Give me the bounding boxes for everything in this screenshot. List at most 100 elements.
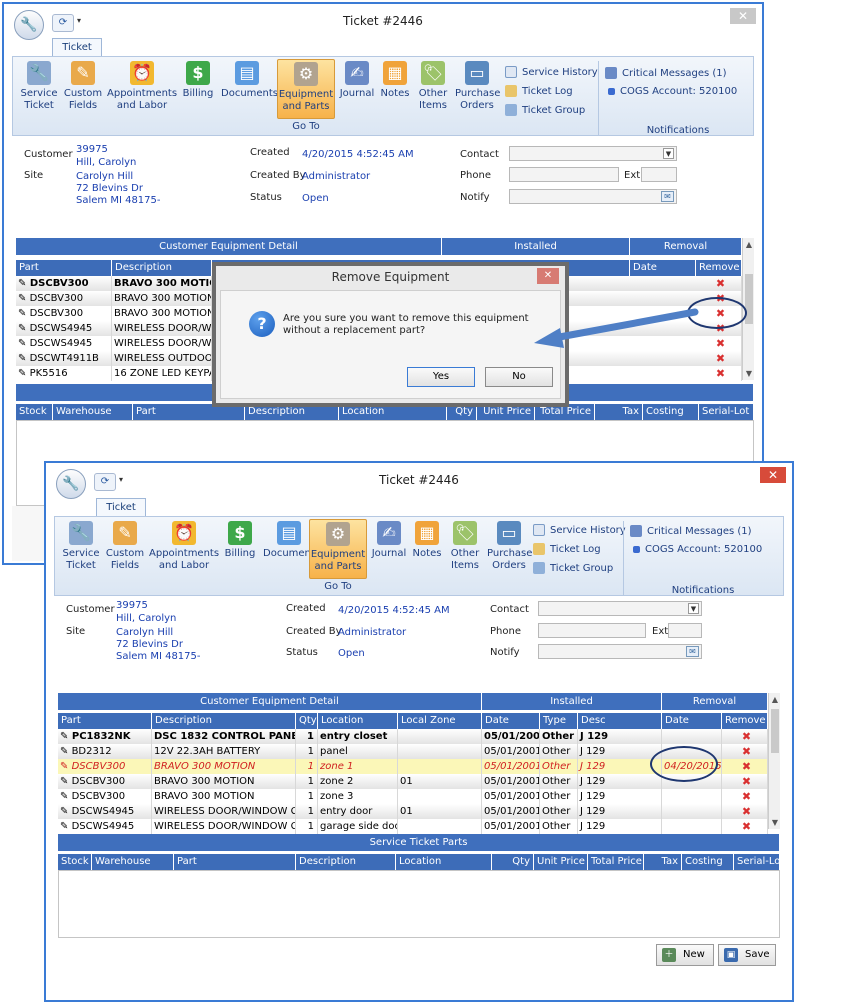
purchase-orders-button[interactable]: ▭ Purchase Orders	[487, 521, 532, 572]
ext-input[interactable]	[668, 623, 702, 638]
service-ticket-button[interactable]: 🔧 Service Ticket	[19, 61, 59, 112]
tab-ticket[interactable]: Ticket	[96, 498, 146, 516]
pencil-icon[interactable]: ✎	[60, 776, 72, 787]
remove-x-icon[interactable]: ✖	[698, 366, 741, 381]
notes-button[interactable]: ▦ Notes	[379, 61, 411, 100]
col-total-price[interactable]: Total Price	[588, 854, 644, 870]
col-description[interactable]: Description	[152, 713, 296, 729]
billing-button[interactable]: $ Billing	[179, 61, 217, 100]
pencil-icon[interactable]: ✎	[18, 278, 26, 289]
col-location[interactable]: Location	[396, 854, 492, 870]
col-stock[interactable]: Stock	[58, 854, 92, 870]
journal-button[interactable]: ✍ Journal	[371, 521, 407, 560]
critical-messages-link[interactable]: Critical Messages (1)	[630, 525, 752, 537]
remove-x-icon[interactable]: ✖	[698, 336, 741, 351]
notify-input[interactable]: ✉	[509, 189, 677, 204]
journal-button[interactable]: ✍ Journal	[339, 61, 375, 100]
col-description[interactable]: Description	[112, 260, 212, 276]
other-items-button[interactable]: 🏷 Other Items	[447, 521, 483, 572]
col-removal-date[interactable]: Date	[630, 260, 696, 276]
scroll-up-icon[interactable]: ▲	[769, 695, 781, 704]
col-warehouse[interactable]: Warehouse	[53, 404, 133, 420]
scroll-down-icon[interactable]: ▼	[743, 369, 755, 378]
pencil-icon[interactable]: ✎	[60, 791, 72, 802]
remove-x-icon[interactable]: ✖	[698, 276, 741, 291]
notes-button[interactable]: ▦ Notes	[411, 521, 443, 560]
col-remove[interactable]: Remove	[722, 713, 768, 729]
col-local-zone[interactable]: Local Zone	[398, 713, 482, 729]
purchase-orders-button[interactable]: ▭ Purchase Orders	[455, 61, 500, 112]
remove-x-icon[interactable]: ✖	[724, 759, 767, 774]
pencil-icon[interactable]: ✎	[18, 338, 26, 349]
col-unit-price[interactable]: Unit Price	[534, 854, 588, 870]
pencil-icon[interactable]: ✎	[18, 323, 26, 334]
col-remove[interactable]: Remove	[696, 260, 742, 276]
pencil-icon[interactable]: ✎	[18, 293, 26, 304]
ticket-group-link[interactable]: Ticket Group	[533, 562, 613, 574]
remove-x-icon[interactable]: ✖	[724, 804, 767, 819]
col-part[interactable]: Part	[58, 713, 152, 729]
remove-x-icon[interactable]: ✖	[698, 351, 741, 366]
customer-id-link[interactable]: 39975	[76, 143, 108, 156]
notify-input[interactable]: ✉	[538, 644, 702, 659]
col-tax[interactable]: Tax	[595, 404, 643, 420]
documents-button[interactable]: ▤ Documents	[221, 61, 278, 100]
ext-input[interactable]	[641, 167, 677, 182]
equipment-parts-button[interactable]: ⚙ Equipment and Parts	[277, 59, 335, 119]
equipment-scrollbar[interactable]: ▲ ▼	[768, 693, 780, 829]
tab-ticket[interactable]: Ticket	[52, 38, 102, 56]
phone-input[interactable]	[538, 623, 646, 638]
remove-x-icon[interactable]: ✖	[724, 819, 767, 834]
table-row[interactable]: ✎ DSCWS4945WIRELESS DOOR/WINDOW CO...1ga…	[58, 819, 768, 834]
dialog-close-button[interactable]: ✕	[537, 268, 559, 284]
customer-id-link[interactable]: 39975	[116, 599, 148, 612]
col-serial-lot[interactable]: Serial-Lot	[734, 854, 780, 870]
table-row[interactable]: ✎ DSCBV300 BRAVO 300 MOTION 1 zone 3 05/01/2…	[58, 789, 768, 804]
save-button[interactable]: ▣ Save	[718, 944, 776, 966]
ticket-group-link[interactable]: Ticket Group	[505, 104, 585, 116]
equipment-parts-button[interactable]: ⚙ Equipment and Parts	[309, 519, 367, 579]
service-ticket-button[interactable]: 🔧 Service Ticket	[61, 521, 101, 572]
remove-x-icon[interactable]: ✖	[724, 774, 767, 789]
no-button[interactable]: No	[485, 367, 553, 387]
col-warehouse[interactable]: Warehouse	[92, 854, 174, 870]
col-description[interactable]: Description	[296, 854, 396, 870]
contact-select[interactable]: ▼	[538, 601, 702, 616]
appointments-button[interactable]: ⏰ Appointments and Labor	[149, 521, 219, 572]
scroll-thumb[interactable]	[771, 709, 779, 753]
mail-icon[interactable]: ✉	[686, 646, 699, 657]
scroll-down-icon[interactable]: ▼	[769, 818, 781, 827]
pencil-icon[interactable]: ✎	[18, 368, 26, 379]
remove-x-icon[interactable]: ✖	[724, 729, 767, 744]
phone-input[interactable]	[509, 167, 619, 182]
pencil-icon[interactable]: ✎	[18, 353, 26, 364]
col-type[interactable]: Type	[540, 713, 578, 729]
custom-fields-button[interactable]: ✎ Custom Fields	[63, 61, 103, 112]
cogs-account-link[interactable]: COGS Account: 520100	[630, 544, 762, 555]
billing-button[interactable]: $ Billing	[221, 521, 259, 560]
col-costing[interactable]: Costing	[643, 404, 699, 420]
close-button[interactable]: ✕	[760, 467, 786, 483]
pencil-icon[interactable]: ✎	[60, 761, 72, 772]
new-button[interactable]: ＋ New	[656, 944, 714, 966]
pencil-icon[interactable]: ✎	[60, 821, 72, 832]
col-tax[interactable]: Tax	[644, 854, 682, 870]
ticket-log-link[interactable]: Ticket Log	[505, 85, 573, 97]
remove-x-icon[interactable]: ✖	[724, 789, 767, 804]
col-date[interactable]: Date	[482, 713, 540, 729]
col-part[interactable]: Part	[174, 854, 296, 870]
contact-select[interactable]: ▼	[509, 146, 677, 161]
col-location[interactable]: Location	[318, 713, 398, 729]
critical-messages-link[interactable]: Critical Messages (1)	[605, 67, 727, 79]
service-history-link[interactable]: Service History	[505, 66, 598, 78]
col-part[interactable]: Part	[16, 260, 112, 276]
pencil-icon[interactable]: ✎	[18, 308, 26, 319]
col-stock[interactable]: Stock	[16, 404, 53, 420]
col-desc[interactable]: Desc	[578, 713, 662, 729]
table-row[interactable]: ✎ PC1832NK DSC 1832 CONTROL PANEL 1 entry c…	[58, 729, 768, 744]
yes-button[interactable]: Yes	[407, 367, 475, 387]
other-items-button[interactable]: 🏷 Other Items	[415, 61, 451, 112]
pencil-icon[interactable]: ✎	[60, 731, 72, 742]
col-costing[interactable]: Costing	[682, 854, 734, 870]
custom-fields-button[interactable]: ✎ Custom Fields	[105, 521, 145, 572]
